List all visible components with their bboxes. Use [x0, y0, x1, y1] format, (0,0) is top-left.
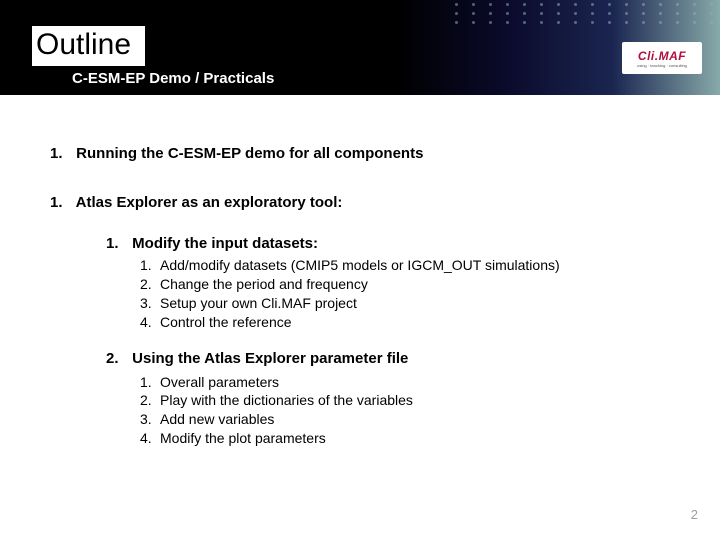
- subitem-2-children: 1.Overall parameters 2.Play with the dic…: [140, 373, 680, 449]
- slide-title: Outline: [32, 26, 145, 66]
- outline-item-1-number: 1.: [50, 145, 72, 162]
- list-item: 3.Add new variables: [140, 410, 680, 429]
- page-number: 2: [691, 507, 698, 522]
- slide-subtitle: C-ESM-EP Demo / Practicals: [72, 70, 274, 87]
- outline-item-2-text: Atlas Explorer as an exploratory tool:: [76, 194, 343, 211]
- header-decorative-dots: [400, 0, 720, 40]
- logo-text: Cli.MAF: [638, 49, 686, 63]
- list-item: 2.Change the period and frequency: [140, 275, 680, 294]
- subitem-modify-datasets: 1. Modify the input datasets:: [106, 235, 680, 252]
- subitem-1-text: Modify the input datasets:: [132, 235, 318, 252]
- climaf-logo: Cli.MAF using · teaching · consulting: [622, 42, 702, 74]
- list-item: 3.Setup your own Cli.MAF project: [140, 294, 680, 313]
- list-item: 2.Play with the dictionaries of the vari…: [140, 391, 680, 410]
- list-item: 1.Add/modify datasets (CMIP5 models or I…: [140, 256, 680, 275]
- subitem-parameter-file: 2. Using the Atlas Explorer parameter fi…: [106, 350, 680, 367]
- outline-item-1-text: Running the C-ESM-EP demo for all compon…: [76, 145, 423, 162]
- subitem-1-children: 1.Add/modify datasets (CMIP5 models or I…: [140, 256, 680, 332]
- slide-content: 1. Running the C-ESM-EP demo for all com…: [0, 95, 720, 448]
- slide-header: Outline C-ESM-EP Demo / Practicals Cli.M…: [0, 0, 720, 95]
- outline-item-2: 1. Atlas Explorer as an exploratory tool…: [50, 194, 680, 211]
- subitem-1-number: 1.: [106, 235, 128, 252]
- list-item: 4.Modify the plot parameters: [140, 429, 680, 448]
- subitem-2-text: Using the Atlas Explorer parameter file: [132, 350, 408, 367]
- outline-item-2-number: 1.: [50, 194, 72, 211]
- outline-item-1: 1. Running the C-ESM-EP demo for all com…: [50, 145, 680, 162]
- list-item: 4.Control the reference: [140, 313, 680, 332]
- list-item: 1.Overall parameters: [140, 373, 680, 392]
- subitem-2-number: 2.: [106, 350, 128, 367]
- logo-tagline: using · teaching · consulting: [637, 63, 687, 68]
- outline-item-2-subitems: 1. Modify the input datasets: 1.Add/modi…: [106, 235, 680, 448]
